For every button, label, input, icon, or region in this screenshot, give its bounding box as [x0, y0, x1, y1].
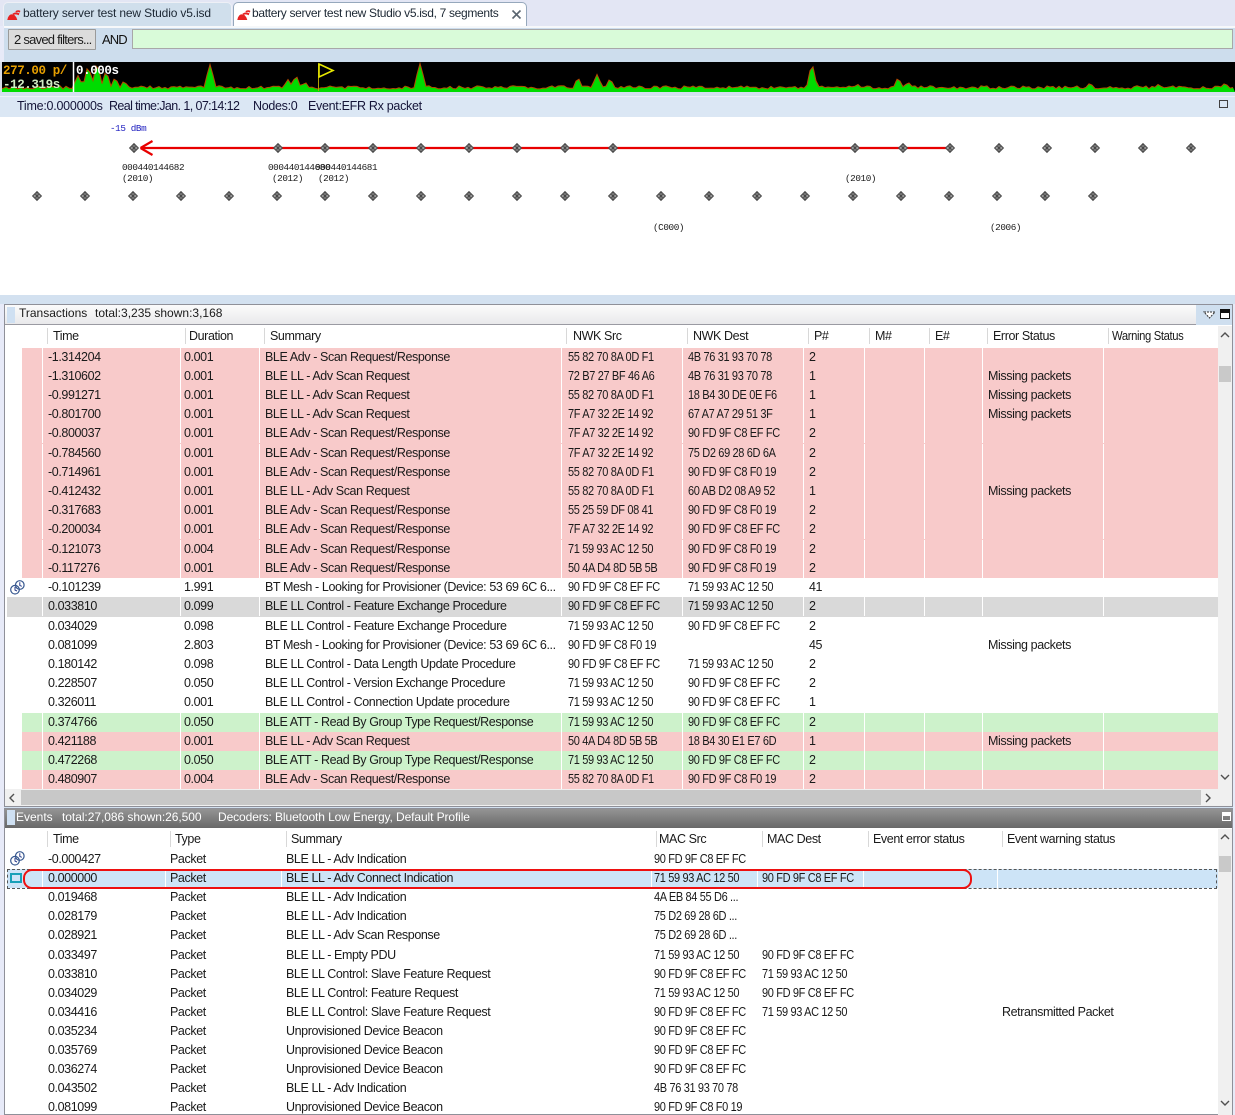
svg-text:0.000s: 0.000s — [76, 64, 119, 78]
svg-text:-12.319s: -12.319s — [3, 78, 60, 92]
svg-text:(2006): (2006) — [990, 222, 1021, 233]
svg-text:277.00 p/: 277.00 p/ — [3, 64, 67, 78]
svg-text:(2012): (2012) — [318, 173, 349, 184]
svg-text:000440144682: 000440144682 — [122, 162, 184, 173]
svg-text:(2010): (2010) — [845, 173, 876, 184]
svg-text:000440144681: 000440144681 — [315, 162, 378, 173]
svg-text:-15 dBm: -15 dBm — [110, 123, 147, 134]
svg-text:(2010): (2010) — [122, 173, 153, 184]
svg-text:(2012): (2012) — [272, 173, 303, 184]
svg-text:(C000): (C000) — [653, 222, 684, 233]
